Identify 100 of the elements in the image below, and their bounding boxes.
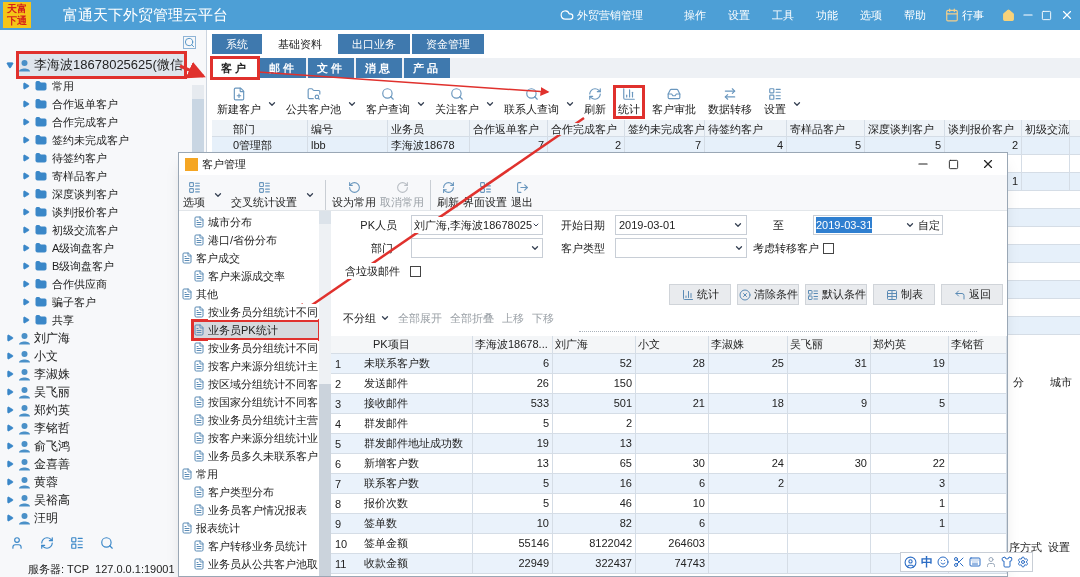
column-header[interactable]: 深度谈判客户 — [868, 123, 934, 135]
close-icon[interactable] — [981, 157, 995, 171]
toolbar-button[interactable]: 客户查询 — [363, 86, 413, 117]
column-header[interactable]: 合作完成客户 — [551, 123, 617, 135]
folder-item[interactable]: 合作返单客户 — [52, 95, 118, 113]
smiley-icon[interactable] — [937, 556, 949, 568]
action-button[interactable]: 清除条件 — [737, 284, 799, 305]
expand-arrow-icon[interactable] — [22, 244, 30, 253]
toolbar-button[interactable]: 关注客户 — [432, 86, 482, 117]
expand-arrow-icon[interactable] — [22, 100, 30, 109]
user-tree-item[interactable]: 吴裕高 — [18, 491, 72, 510]
action-button[interactable]: 统计 — [669, 284, 731, 305]
toolbar-button[interactable]: 设置 — [761, 86, 789, 117]
footer-link[interactable]: 序方式 — [1009, 538, 1042, 555]
folder-item[interactable]: 寄样品客户 — [52, 167, 107, 185]
folder-item[interactable]: 初级交流客户 — [52, 221, 118, 239]
checkbox[interactable] — [823, 242, 834, 254]
expand-arrow-icon[interactable] — [6, 352, 14, 361]
sub-tab[interactable]: 消息 — [356, 58, 402, 78]
column-header[interactable]: 签约未完成客户 — [628, 123, 704, 135]
report-group[interactable]: 常用 — [196, 465, 218, 483]
report-group[interactable]: 报表统计 — [196, 519, 240, 537]
checkbox[interactable] — [410, 265, 421, 277]
column-header[interactable]: 合作返单客户 — [473, 123, 539, 135]
column-header[interactable]: 城市 — [1050, 373, 1072, 391]
refresh-icon[interactable] — [40, 535, 54, 550]
folder-item[interactable]: 深度谈判客户 — [52, 185, 118, 203]
sub-tab[interactable]: 客户 — [212, 58, 258, 78]
group-bar-button[interactable]: 不分组 — [343, 309, 376, 327]
sub-tab[interactable]: 邮件 — [260, 58, 306, 78]
expand-arrow-icon[interactable] — [6, 460, 14, 469]
user-tree-item[interactable]: 李铭哲 — [18, 419, 72, 438]
sub-tab[interactable]: 文件 — [308, 58, 354, 78]
expand-arrow-icon[interactable] — [22, 298, 30, 307]
expand-arrow-icon[interactable] — [6, 406, 14, 415]
report-item[interactable]: 业务员PK统计 — [193, 321, 319, 339]
expand-arrow-icon[interactable] — [6, 370, 14, 379]
expand-arrow-icon[interactable] — [6, 424, 14, 433]
action-button[interactable]: 默认条件 — [805, 284, 867, 305]
expand-arrow-icon[interactable] — [22, 226, 30, 235]
folder-item[interactable]: B级询盘客户 — [52, 257, 115, 275]
expand-arrow-icon[interactable] — [6, 334, 14, 343]
expand-arrow-icon[interactable] — [22, 82, 30, 91]
toolbar-button[interactable]: 公共客户池 — [283, 86, 344, 117]
column-header[interactable]: 郑灼英 — [871, 336, 949, 353]
user-tree-item[interactable]: 俞飞鸿 — [18, 437, 72, 456]
folder-item[interactable]: 谈判报价客户 — [52, 203, 118, 221]
toolbar-button[interactable]: 选项 — [181, 180, 207, 210]
pk-select[interactable]: 刘广海,李海波18678025 — [411, 215, 543, 235]
footer-link[interactable]: 设置 — [1048, 538, 1070, 555]
toolbar-button[interactable]: 联系人查询 — [501, 86, 562, 117]
user-tree-item[interactable]: 汪明 — [18, 509, 60, 528]
expand-arrow-icon[interactable] — [22, 190, 30, 199]
calendar-icon[interactable] — [945, 8, 959, 22]
user-tree-item[interactable]: 李淑姝 — [18, 365, 72, 384]
folder-item[interactable]: 待签约客户 — [52, 149, 107, 167]
folder-item[interactable]: A级询盘客户 — [52, 239, 115, 257]
folder-item[interactable]: 合作完成客户 — [52, 113, 118, 131]
user-tree-item[interactable]: 刘广海 — [18, 329, 72, 348]
column-header[interactable]: 小文 — [636, 336, 709, 353]
column-header[interactable]: 待签约客户 — [708, 123, 763, 135]
user-tree-item[interactable]: 黄蓉 — [18, 473, 60, 492]
folder-item[interactable]: 常用 — [52, 77, 74, 95]
user-tree-item[interactable]: 郑灼英 — [18, 401, 72, 420]
maximize-icon[interactable] — [948, 158, 959, 170]
column-header[interactable]: 刘广海 — [553, 336, 636, 353]
expand-arrow-icon[interactable] — [6, 496, 14, 505]
expand-arrow-icon[interactable] — [22, 136, 30, 145]
column-header[interactable]: 业务员 — [391, 123, 424, 135]
toolbar-button[interactable]: 退出 — [509, 180, 535, 210]
action-button[interactable]: 制表 — [873, 284, 935, 305]
toolbar-button[interactable]: 刷新 — [581, 86, 609, 117]
scissors-icon[interactable] — [953, 556, 965, 568]
toolbar-button[interactable]: 设为常用 — [330, 180, 378, 210]
end-date-field[interactable]: 2019-03-31 自定 — [813, 215, 943, 235]
column-header[interactable]: 吴飞丽 — [788, 336, 871, 353]
expand-arrow-icon[interactable] — [22, 154, 30, 163]
expand-arrow-icon[interactable] — [6, 442, 14, 451]
column-header[interactable]: 李海波18678... — [473, 336, 553, 353]
column-header[interactable]: 李淑姝 — [709, 336, 788, 353]
search-icon[interactable] — [183, 36, 196, 50]
user-tree-item[interactable]: 吴飞丽 — [18, 383, 72, 402]
column-header[interactable]: PK项目 — [361, 336, 473, 353]
user-icon[interactable] — [904, 555, 917, 569]
toolbar-button[interactable]: 刷新 — [435, 180, 461, 210]
sub-tab[interactable]: 产品 — [404, 58, 450, 78]
toolbar-button[interactable]: 客户审批 — [649, 86, 699, 117]
main-tab[interactable]: 系统 — [212, 34, 262, 54]
column-header[interactable]: 编号 — [311, 123, 333, 135]
expand-arrow-icon[interactable] — [22, 280, 30, 289]
home-icon[interactable] — [1002, 8, 1015, 22]
column-header[interactable]: 分 — [1013, 373, 1024, 391]
main-tab[interactable]: 出口业务 — [338, 34, 410, 54]
expand-arrow-icon[interactable] — [22, 118, 30, 127]
toolbar-button[interactable]: 新建客户 — [214, 86, 264, 117]
report-group[interactable]: 其他 — [196, 285, 218, 303]
start-date-field[interactable]: 2019-03-01 — [615, 215, 747, 235]
expand-arrow-icon[interactable] — [6, 388, 14, 397]
toolbar-button[interactable]: 数据转移 — [705, 86, 755, 117]
expand-arrow-icon[interactable] — [22, 316, 30, 325]
